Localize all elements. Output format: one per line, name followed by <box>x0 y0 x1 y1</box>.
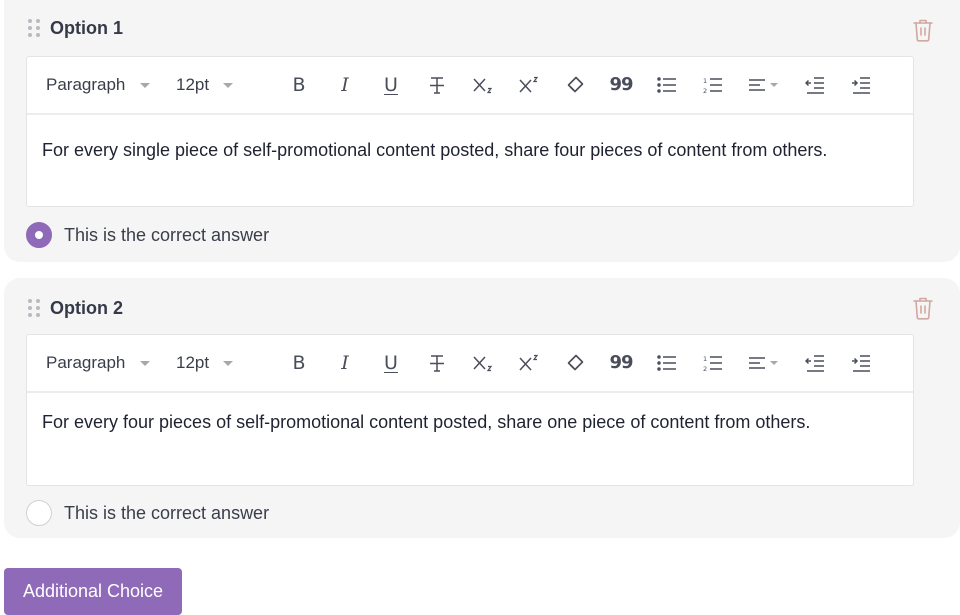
editor-toolbar: Paragraph 12pt B I U 99 1 2 <box>27 335 913 393</box>
delete-option-button[interactable] <box>912 296 934 320</box>
superscript-button[interactable] <box>506 348 552 378</box>
svg-text:2: 2 <box>703 365 707 372</box>
radio-unchecked-icon[interactable] <box>26 500 52 526</box>
block-format-select[interactable]: Paragraph <box>46 353 176 373</box>
additional-choice-button[interactable]: Additional Choice <box>4 568 182 615</box>
bullet-list-button[interactable] <box>644 70 690 100</box>
subscript-icon <box>473 356 493 372</box>
option-title: Option 1 <box>50 17 123 38</box>
font-size-select[interactable]: 12pt <box>176 75 276 95</box>
underline-button[interactable]: U <box>368 348 414 378</box>
block-format-select[interactable]: Paragraph <box>46 75 176 95</box>
eraser-icon <box>567 76 584 93</box>
indent-icon <box>852 355 870 372</box>
bullet-list-icon <box>657 355 676 371</box>
chevron-down-icon <box>223 360 234 366</box>
indent-button[interactable] <box>838 348 884 378</box>
subscript-button[interactable] <box>460 70 506 100</box>
clear-formatting-button[interactable] <box>552 348 598 378</box>
bullet-list-icon <box>657 77 676 93</box>
superscript-icon <box>519 76 539 93</box>
font-size-value: 12pt <box>176 75 210 94</box>
rich-text-editor: Paragraph 12pt B I U 99 <box>26 334 914 486</box>
clear-formatting-button[interactable] <box>552 70 598 100</box>
blockquote-button[interactable]: 99 <box>598 348 644 378</box>
delete-option-button[interactable] <box>912 18 934 42</box>
bold-icon: B <box>292 351 306 374</box>
editor-content[interactable]: For every four pieces of self-promotiona… <box>27 393 913 433</box>
drag-handle-icon[interactable] <box>28 19 40 37</box>
align-left-icon <box>749 79 778 91</box>
font-size-value: 12pt <box>176 353 210 372</box>
bold-icon: B <box>292 73 306 96</box>
subscript-icon <box>473 78 493 94</box>
correct-answer-radio[interactable]: This is the correct answer <box>26 500 269 526</box>
underline-button[interactable]: U <box>368 70 414 100</box>
numbered-list-button[interactable]: 12 <box>690 348 736 378</box>
radio-checked-icon[interactable] <box>26 222 52 248</box>
bullet-list-button[interactable] <box>644 348 690 378</box>
align-button[interactable] <box>736 70 792 100</box>
italic-button[interactable]: I <box>322 348 368 378</box>
quote-icon: 99 <box>609 352 633 373</box>
align-left-icon <box>749 357 778 369</box>
option-card-1: Option 1 Paragraph 12pt B I U 99 1 2 For… <box>4 0 960 262</box>
block-format-value: Paragraph <box>46 75 126 94</box>
block-format-value: Paragraph <box>46 353 126 372</box>
trash-icon <box>913 19 933 42</box>
chevron-down-icon <box>140 360 151 366</box>
option-header: Option 1 <box>28 16 123 40</box>
underline-icon: U <box>384 351 398 374</box>
eraser-icon <box>567 354 584 371</box>
italic-button[interactable]: I <box>322 70 368 100</box>
strikethrough-icon <box>430 77 444 94</box>
correct-answer-radio[interactable]: This is the correct answer <box>26 222 269 248</box>
option-card-2: Option 2 Paragraph 12pt B I U 99 1 2 For… <box>4 278 960 538</box>
editor-content[interactable]: For every single piece of self-promotion… <box>27 115 913 161</box>
numbered-list-icon: 12 <box>703 355 722 372</box>
strikethrough-icon <box>430 355 444 372</box>
editor-toolbar: Paragraph 12pt B I U 99 1 2 <box>27 57 913 115</box>
blockquote-button[interactable]: 99 <box>598 70 644 100</box>
underline-icon: U <box>384 73 398 96</box>
indent-icon <box>852 77 870 94</box>
trash-icon <box>913 297 933 320</box>
indent-button[interactable] <box>838 70 884 100</box>
chevron-down-icon <box>223 82 234 88</box>
superscript-button[interactable] <box>506 70 552 100</box>
option-title: Option 2 <box>50 297 123 318</box>
superscript-icon <box>519 354 539 371</box>
bold-button[interactable]: B <box>276 70 322 100</box>
align-button[interactable] <box>736 348 792 378</box>
outdent-icon <box>805 355 824 372</box>
outdent-button[interactable] <box>792 348 838 378</box>
outdent-icon <box>805 77 824 94</box>
svg-text:1: 1 <box>703 77 707 85</box>
chevron-down-icon <box>140 82 151 88</box>
outdent-button[interactable] <box>792 70 838 100</box>
svg-text:1: 1 <box>703 355 707 363</box>
numbered-list-button[interactable]: 12 <box>690 70 736 100</box>
correct-answer-label: This is the correct answer <box>64 502 270 523</box>
svg-text:2: 2 <box>703 87 707 94</box>
font-size-select[interactable]: 12pt <box>176 353 276 373</box>
strikethrough-button[interactable] <box>414 70 460 100</box>
bold-button[interactable]: B <box>276 348 322 378</box>
strikethrough-button[interactable] <box>414 348 460 378</box>
drag-handle-icon[interactable] <box>28 299 40 317</box>
italic-icon: I <box>341 351 349 374</box>
rich-text-editor: Paragraph 12pt B I U 99 <box>26 56 914 207</box>
option-header: Option 2 <box>28 296 123 320</box>
italic-icon: I <box>341 73 349 96</box>
subscript-button[interactable] <box>460 348 506 378</box>
quote-icon: 99 <box>609 74 633 95</box>
correct-answer-label: This is the correct answer <box>64 224 270 245</box>
numbered-list-icon: 12 <box>703 77 722 94</box>
